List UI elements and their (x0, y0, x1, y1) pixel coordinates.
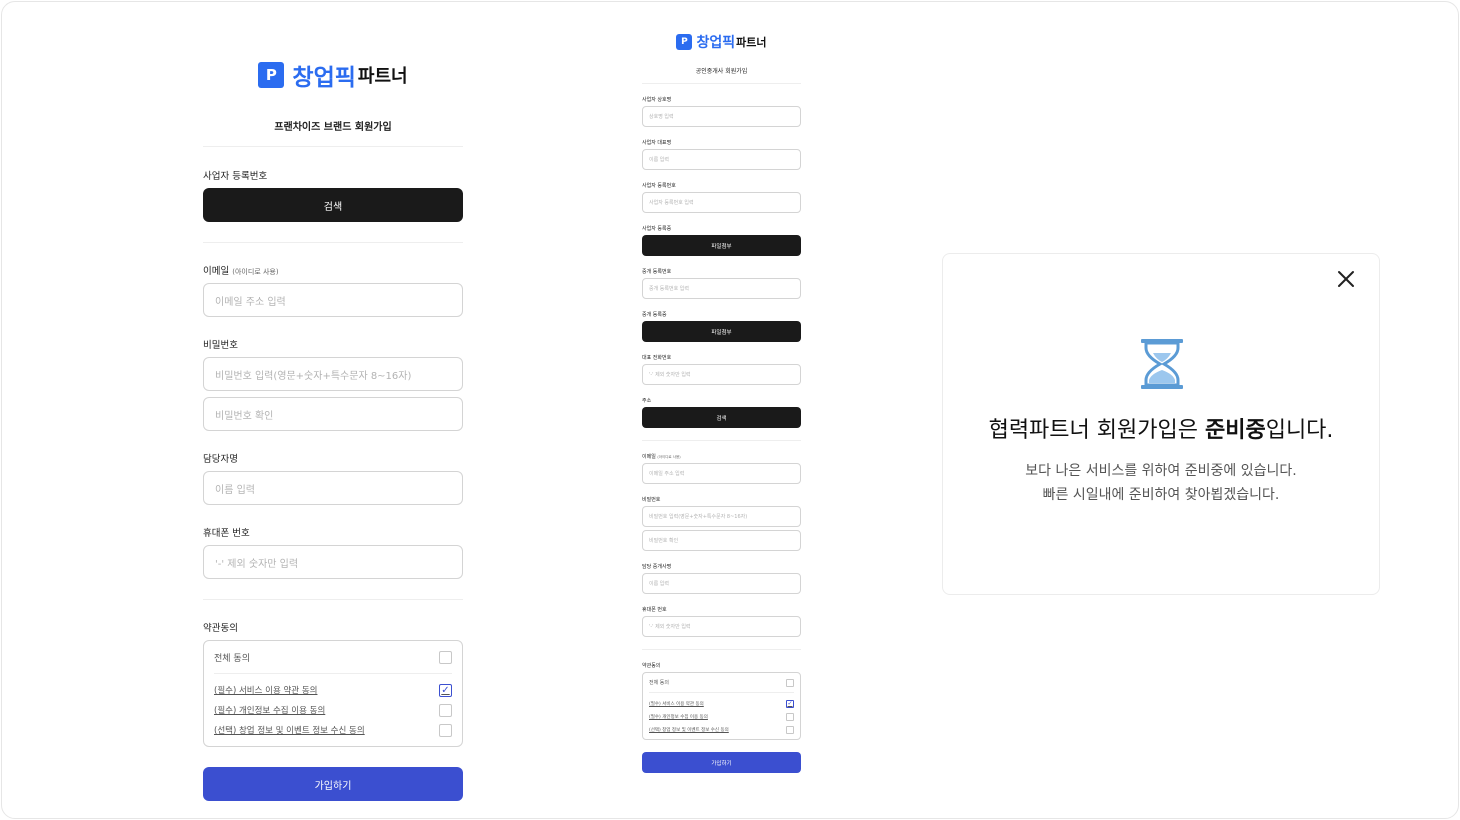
divider (642, 83, 801, 84)
terms-label: 약관동의 (642, 663, 661, 669)
terms-item-label[interactable]: (선택) 창업 정보 및 이벤트 정보 수신 동의 (214, 724, 365, 736)
terms-item-checkbox[interactable]: ✓ (439, 683, 452, 697)
password-confirm-field[interactable]: 비밀번호 확인 (642, 530, 801, 551)
terms-all-row[interactable]: 전체 동의 (214, 641, 452, 674)
rep-phone-field[interactable]: '-' 제외 숫자만 입력 (642, 364, 801, 385)
check-icon: ✓ (787, 700, 793, 707)
franchise-signup-form: P 창업픽 파트너 프랜차이즈 브랜드 회원가입 사업자 등록번호 검색 이메일… (203, 58, 463, 801)
hourglass-icon (1141, 339, 1183, 389)
terms-item-label[interactable]: (필수) 서비스 이용 약관 동의 (214, 684, 317, 696)
password-field[interactable]: 비밀번호 입력(영문+숫자+특수문자 8~16자) (642, 506, 801, 527)
phone-field[interactable]: '-' 제외 숫자만 입력 (203, 545, 463, 579)
signup-button[interactable]: 가입하기 (203, 767, 463, 801)
rep-phone-label: 대표 전화번호 (642, 355, 672, 361)
email-hint: (아이디로 사용) (232, 268, 279, 276)
terms-item[interactable]: (필수) 개인정보 수집 이용 동의 (649, 710, 794, 723)
terms-item-label[interactable]: (선택) 창업 정보 및 이벤트 정보 수신 동의 (649, 727, 729, 733)
email-field[interactable]: 이메일 주소 입력 (642, 463, 801, 484)
logo-mark-icon: P (258, 62, 285, 88)
terms-item[interactable]: (필수) 개인정보 수집 이용 동의 (214, 700, 452, 720)
address-search-button[interactable]: 검색 (642, 407, 801, 428)
terms-item-label[interactable]: (필수) 개인정보 수집 이용 동의 (649, 714, 708, 720)
logo-brand: 창업픽 (696, 35, 736, 51)
close-button[interactable] (1335, 268, 1357, 290)
page-title: 프랜차이즈 브랜드 회원가입 (274, 122, 392, 133)
phone-field[interactable]: '-' 제외 숫자만 입력 (642, 616, 801, 637)
divider (642, 649, 801, 650)
divider (203, 146, 463, 147)
agent-name-field[interactable]: 이름 입력 (642, 573, 801, 594)
modal-title: 협력파트너 회원가입은 준비중입니다. (988, 418, 1334, 443)
logo-suffix: 파트너 (736, 36, 767, 49)
page-frame: P 창업픽 파트너 프랜차이즈 브랜드 회원가입 사업자 등록번호 검색 이메일… (1, 1, 1459, 819)
biz-number-label: 사업자 등록번호 (642, 183, 676, 189)
broker-cert-attach-button[interactable]: 파일첨부 (642, 321, 801, 342)
manager-label: 담당자명 (203, 454, 238, 465)
coming-soon-modal: 협력파트너 회원가입은 준비중입니다. 보다 나은 서비스를 위하여 준비중에 … (942, 253, 1380, 595)
close-icon (1338, 271, 1354, 287)
email-field[interactable]: 이메일 주소 입력 (203, 283, 463, 317)
terms-item-checkbox[interactable] (786, 725, 794, 734)
broker-signup-form: P 창업픽 파트너 공인중개사 회원가입 사업자 상호명 상호명 입력 사업자 … (642, 32, 801, 773)
terms-item-label[interactable]: (필수) 서비스 이용 약관 동의 (649, 701, 704, 707)
terms-item-checkbox[interactable]: ✓ (786, 699, 794, 708)
terms-all-checkbox[interactable] (786, 678, 794, 687)
modal-desc-line: 빠른 시일내에 준비하여 찾아뵙겠습니다. (1042, 487, 1280, 503)
terms-item-checkbox[interactable] (439, 703, 452, 717)
manager-name-field[interactable]: 이름 입력 (203, 471, 463, 505)
page-title: 공인중개사 회원가입 (695, 68, 748, 75)
modal-description: 보다 나은 서비스를 위하여 준비중에 있습니다. 빠른 시일내에 준비하여 찾… (943, 459, 1379, 507)
divider (203, 242, 463, 243)
biz-number-field[interactable]: 사업자 등록번호 입력 (642, 192, 801, 213)
biz-name-label: 사업자 상호명 (642, 97, 672, 103)
broker-number-label: 중개 등록번호 (642, 269, 672, 275)
divider (203, 599, 463, 600)
phone-label: 휴대폰 번호 (642, 607, 667, 613)
biz-name-field[interactable]: 상호명 입력 (642, 106, 801, 127)
logo: P 창업픽 파트너 (203, 58, 463, 92)
terms-all-row[interactable]: 전체 동의 (649, 673, 794, 693)
broker-number-field[interactable]: 중개 등록번호 입력 (642, 278, 801, 299)
biz-cert-label: 사업자 등록증 (642, 226, 672, 232)
broker-cert-label: 중개 등록증 (642, 312, 667, 318)
modal-title-emphasis: 준비중 (1204, 418, 1266, 443)
password-field[interactable]: 비밀번호 입력(영문+숫자+특수문자 8~16자) (203, 357, 463, 391)
password-label: 비밀번호 (642, 497, 661, 503)
terms-label: 약관동의 (203, 623, 238, 634)
password-confirm-field[interactable]: 비밀번호 확인 (203, 397, 463, 431)
password-label: 비밀번호 (203, 340, 238, 351)
terms-item[interactable]: (선택) 창업 정보 및 이벤트 정보 수신 동의 (649, 723, 794, 736)
email-label: 이메일 (아이디로 사용) (642, 454, 681, 460)
logo-suffix: 파트너 (357, 66, 408, 87)
terms-item-checkbox[interactable] (786, 712, 794, 721)
modal-desc-line: 보다 나은 서비스를 위하여 준비중에 있습니다. (1025, 463, 1297, 479)
biz-rep-field[interactable]: 이름 입력 (642, 149, 801, 170)
terms-all-label: 전체 동의 (214, 653, 250, 664)
terms-all-label: 전체 동의 (649, 680, 669, 686)
terms-item[interactable]: (선택) 창업 정보 및 이벤트 정보 수신 동의 (214, 720, 452, 740)
check-icon: ✓ (441, 684, 450, 696)
agent-label: 담당 중개사명 (642, 564, 672, 570)
biz-number-label: 사업자 등록번호 (203, 171, 268, 182)
phone-label: 휴대폰 번호 (203, 528, 250, 539)
terms-item[interactable]: (필수) 서비스 이용 약관 동의 ✓ (649, 697, 794, 710)
email-hint: (아이디로 사용) (657, 455, 681, 459)
terms-all-checkbox[interactable] (439, 650, 452, 664)
terms-item-label[interactable]: (필수) 개인정보 수집 이용 동의 (214, 704, 325, 716)
terms-box: 전체 동의 (필수) 서비스 이용 약관 동의 ✓ (필수) 개인정보 수집 이… (203, 640, 463, 747)
logo: P 창업픽 파트너 (642, 32, 801, 52)
logo-mark-icon: P (676, 34, 693, 50)
terms-item[interactable]: (필수) 서비스 이용 약관 동의 ✓ (214, 680, 452, 700)
terms-item-checkbox[interactable] (439, 723, 452, 737)
email-label: 이메일 (아이디로 사용) (203, 266, 279, 277)
biz-cert-attach-button[interactable]: 파일첨부 (642, 235, 801, 256)
address-label: 주소 (642, 398, 652, 404)
logo-brand: 창업픽 (292, 65, 356, 91)
biz-rep-label: 사업자 대표명 (642, 140, 672, 146)
terms-box: 전체 동의 (필수) 서비스 이용 약관 동의 ✓ (필수) 개인정보 수집 이… (642, 672, 801, 740)
divider (642, 440, 801, 441)
signup-button[interactable]: 가입하기 (642, 752, 801, 773)
biz-number-search-button[interactable]: 검색 (203, 188, 463, 222)
